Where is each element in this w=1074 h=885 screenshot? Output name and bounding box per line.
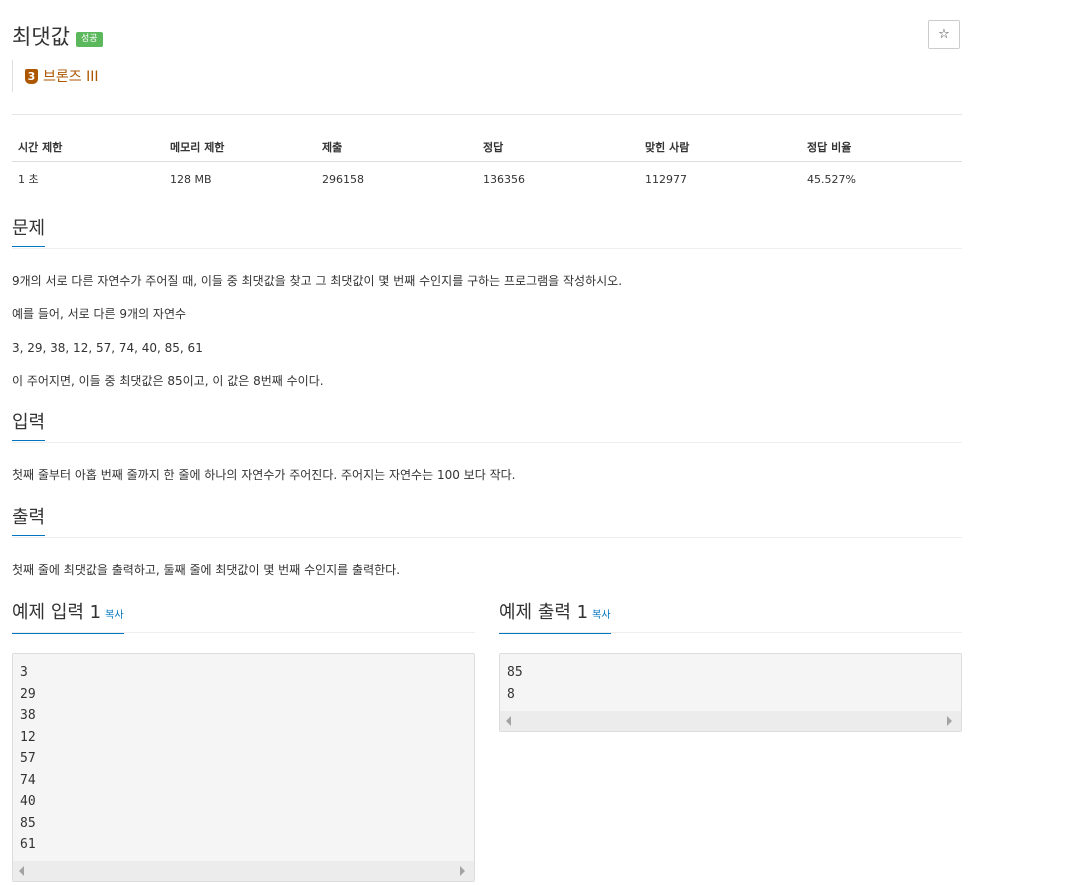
sample-output-title: 예제 출력 1	[499, 602, 589, 623]
sample-input-line: 3	[20, 665, 28, 680]
input-section-header: 입력	[12, 412, 962, 443]
description-paragraph: 3, 29, 38, 12, 57, 74, 40, 85, 61	[12, 341, 203, 355]
description-paragraph: 예를 들어, 서로 다른 9개의 자연수	[12, 307, 187, 321]
scroll-left-arrow-icon[interactable]	[506, 716, 511, 726]
sample-output-heading: 예제 출력 1 복사	[499, 602, 611, 634]
sample-output-line: 85	[507, 665, 523, 680]
info-value-row: 1 초 128 MB 296158 136356 112977 45.527%	[12, 162, 962, 197]
sample-input-line: 74	[20, 772, 36, 788]
scroll-left-arrow-icon[interactable]	[19, 866, 24, 876]
memory-limit-header: 메모리 제한	[164, 133, 316, 162]
sample-output-line: 8	[507, 686, 515, 702]
header-divider	[12, 114, 962, 115]
sample-input-box[interactable]: 3 29 38 12 57 74 40 85 61	[12, 653, 475, 882]
sample-input-lines: 3 29 38 12 57 74 40 85 61	[13, 654, 474, 856]
accept-rate-header: 정답 비율	[801, 133, 962, 162]
sample-input-copy-button[interactable]: 복사	[105, 610, 123, 621]
input-heading: 입력	[12, 412, 46, 441]
problem-info-table: 시간 제한 메모리 제한 제출 정답 맞힌 사람 정답 비율 1 초 128 M…	[12, 133, 962, 196]
description-paragraph: 9개의 서로 다른 자연수가 주어질 때, 이들 중 최댓값을 찾고 그 최댓값…	[12, 274, 623, 288]
tier-row: 3 브론즈 III	[12, 60, 98, 92]
sample-output-header: 예제 출력 1 복사	[499, 602, 962, 634]
result-badge[interactable]: 성공	[75, 31, 103, 47]
sample-input-line: 38	[20, 708, 36, 723]
sample-input-line: 12	[20, 729, 36, 745]
sample-output-box[interactable]: 85 8	[499, 653, 962, 732]
tier-label[interactable]: 브론즈 III	[43, 66, 98, 86]
sample-input-header: 예제 입력 1 복사	[12, 602, 475, 634]
sample-input-scrollbar[interactable]	[13, 861, 474, 881]
submissions-value[interactable]: 296158	[316, 162, 477, 197]
sample-input-line: 29	[20, 686, 36, 702]
sample-input-line: 57	[20, 751, 36, 766]
title-row: 최댓값 성공	[12, 20, 103, 52]
sample-input-line: 85	[20, 815, 36, 831]
favorite-star-button[interactable]: ☆	[928, 20, 960, 49]
output-heading: 출력	[12, 507, 46, 536]
sample-input-line: 40	[20, 794, 36, 809]
problem-title: 최댓값	[12, 25, 70, 49]
scroll-right-arrow-icon[interactable]	[947, 716, 952, 726]
accept-rate-value: 45.527%	[807, 172, 856, 186]
input-description: 첫째 줄부터 아홉 번째 줄까지 한 줄에 하나의 자연수가 주어진다. 주어지…	[12, 468, 516, 482]
sample-output-scrollbar[interactable]	[500, 711, 961, 731]
solvers-value[interactable]: 112977	[639, 162, 801, 197]
accepted-value[interactable]: 136356	[477, 162, 639, 197]
sample-input-heading: 예제 입력 1 복사	[12, 602, 124, 634]
star-icon: ☆	[938, 27, 950, 42]
sample-input-title: 예제 입력 1	[12, 602, 102, 623]
output-section-header: 출력	[12, 507, 962, 538]
accepted-header: 정답	[477, 133, 639, 162]
description-paragraph: 이 주어지면, 이들 중 최댓값은 85이고, 이 값은 8번째 수이다.	[12, 374, 324, 388]
info-header-row: 시간 제한 메모리 제한 제출 정답 맞힌 사람 정답 비율	[12, 133, 962, 162]
time-limit-header: 시간 제한	[12, 133, 164, 162]
memory-limit-value: 128 MB	[170, 172, 212, 186]
description-heading: 문제	[12, 218, 46, 247]
scroll-right-arrow-icon[interactable]	[460, 866, 465, 876]
time-limit-value: 1 초	[18, 173, 39, 186]
sample-input-line: 61	[20, 837, 36, 852]
sample-output-lines: 85 8	[500, 654, 961, 705]
output-description: 첫째 줄에 최댓값을 출력하고, 둘째 줄에 최댓값이 몇 번째 수인지를 출력…	[12, 563, 401, 577]
sample-output-copy-button[interactable]: 복사	[592, 610, 610, 621]
submissions-header: 제출	[316, 133, 477, 162]
description-section-header: 문제	[12, 218, 962, 249]
solvers-header: 맞힌 사람	[639, 133, 801, 162]
bronze-tier-icon: 3	[25, 68, 38, 84]
